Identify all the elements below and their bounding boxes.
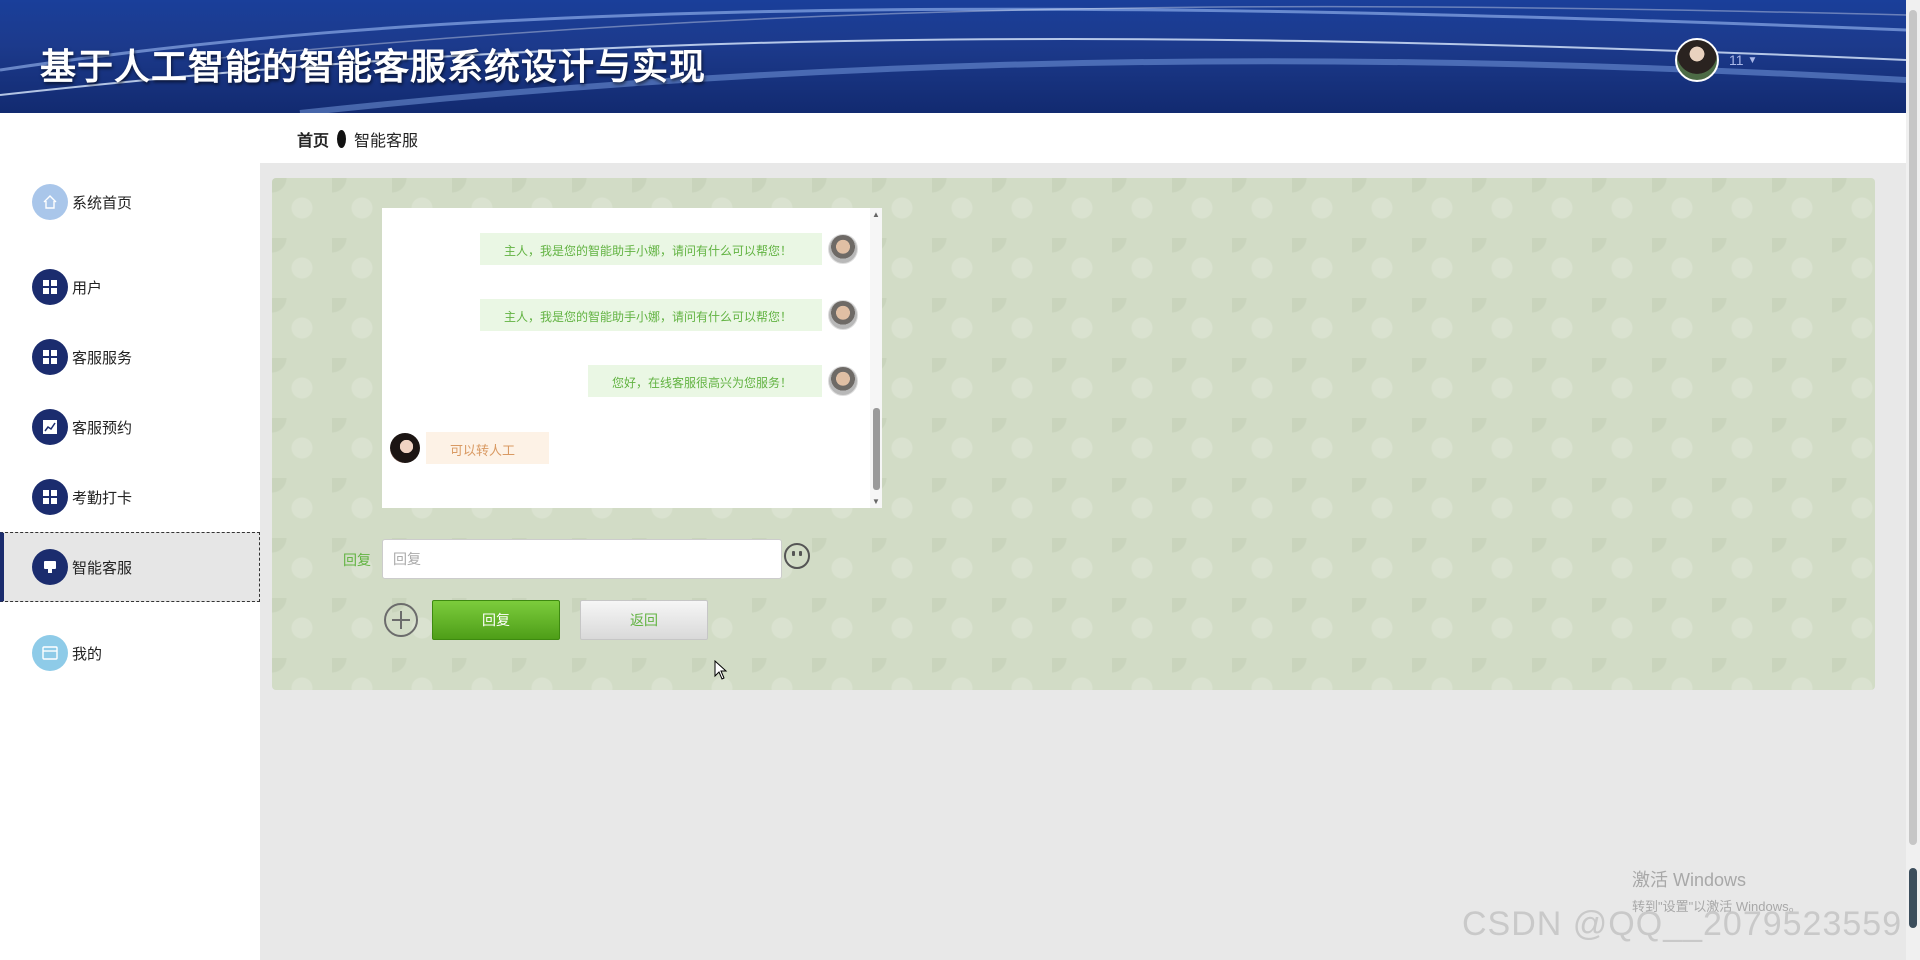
chat-bubble: 主人，我是您的智能助手小娜，请问有什么可以帮您！ [479,299,822,331]
breadcrumb: 首页 智能客服 [297,127,418,151]
chat-message-user: 可以转人工 [390,432,550,464]
sidebar: 系统首页 用户 客服服务 客服预约 考勤打卡 智能客服 我的 [0,113,260,960]
reply-input[interactable] [382,539,782,579]
emoji-icon[interactable] [784,543,810,569]
sidebar-item-appointment[interactable]: 客服预约 [0,392,260,462]
avatar [390,433,420,463]
chat-message-bot: 主人，我是您的智能助手小娜，请问有什么可以帮您！ [479,233,858,265]
chevron-down-icon[interactable]: ▼ [1748,55,1758,66]
page-scrollbar-thumb[interactable] [1909,10,1917,845]
sidebar-item-label: 客服预约 [72,419,133,437]
chat-scrollbar-thumb[interactable] [873,408,880,490]
chat-icon [32,549,68,585]
breadcrumb-current: 智能客服 [354,133,419,150]
scrollbar-indicator [1909,868,1917,928]
sidebar-item-label: 我的 [72,645,103,663]
sidebar-item-label: 客服服务 [72,349,133,367]
breadcrumb-home[interactable]: 首页 [297,127,329,151]
sidebar-item-users[interactable]: 用户 [0,252,260,322]
scroll-up-icon[interactable]: ▲ [872,210,880,219]
chat-bubble: 您好，在线客服很高兴为您服务！ [587,365,822,397]
breadcrumb-bar: 首页 智能客服 [260,113,1906,163]
csdn-watermark: CSDN @QQ__2079523559 [1462,905,1903,943]
chat-bubble: 可以转人工 [426,432,550,464]
sidebar-item-mine[interactable]: 我的 [0,618,260,688]
avatar[interactable] [1675,38,1719,82]
mouse-cursor-icon [714,660,728,680]
avatar [828,234,858,264]
breadcrumb-separator-icon [337,130,347,148]
user-menu[interactable]: 11 ▼ [1675,38,1757,82]
sidebar-item-label: 智能客服 [72,559,133,577]
grid-icon [32,479,68,515]
chat-window[interactable]: 主人，我是您的智能助手小娜，请问有什么可以帮您！ 主人，我是您的智能助手小娜，请… [382,208,882,508]
avatar [828,366,858,396]
sidebar-item-service[interactable]: 客服服务 [0,322,260,392]
back-button[interactable]: 返回 [580,600,708,640]
activation-title: 激活 Windows [1632,870,1747,890]
chat-message-bot: 您好，在线客服很高兴为您服务！ [587,365,858,397]
chat-scrollbar[interactable]: ▲ ▼ [870,208,882,508]
home-icon [32,184,68,220]
grid-icon [32,269,68,305]
chat-bubble: 主人，我是您的智能助手小娜，请问有什么可以帮您！ [479,233,822,265]
chart-icon [32,409,68,445]
user-name[interactable]: 11 [1729,52,1744,68]
chat-message-bot: 主人，我是您的智能助手小娜，请问有什么可以帮您！ [479,299,858,331]
scroll-down-icon[interactable]: ▼ [872,497,880,506]
app-header: 基于人工智能的智能客服系统设计与实现 11 ▼ [0,0,1906,113]
app-title: 基于人工智能的智能客服系统设计与实现 [40,47,707,88]
page-scrollbar[interactable] [1906,0,1920,960]
sidebar-item-label: 系统首页 [72,194,133,212]
sidebar-item-label: 用户 [72,279,103,297]
card-icon [32,635,68,671]
sidebar-item-smart-service[interactable]: 智能客服 [0,532,260,602]
reply-label: 回复 [343,552,371,568]
avatar [828,300,858,330]
add-attachment-icon[interactable] [384,603,418,637]
sidebar-item-home[interactable]: 系统首页 [0,167,260,237]
reply-button[interactable]: 回复 [432,600,560,640]
sidebar-item-attendance[interactable]: 考勤打卡 [0,462,260,532]
grid-icon [32,339,68,375]
sidebar-item-label: 考勤打卡 [72,489,133,507]
